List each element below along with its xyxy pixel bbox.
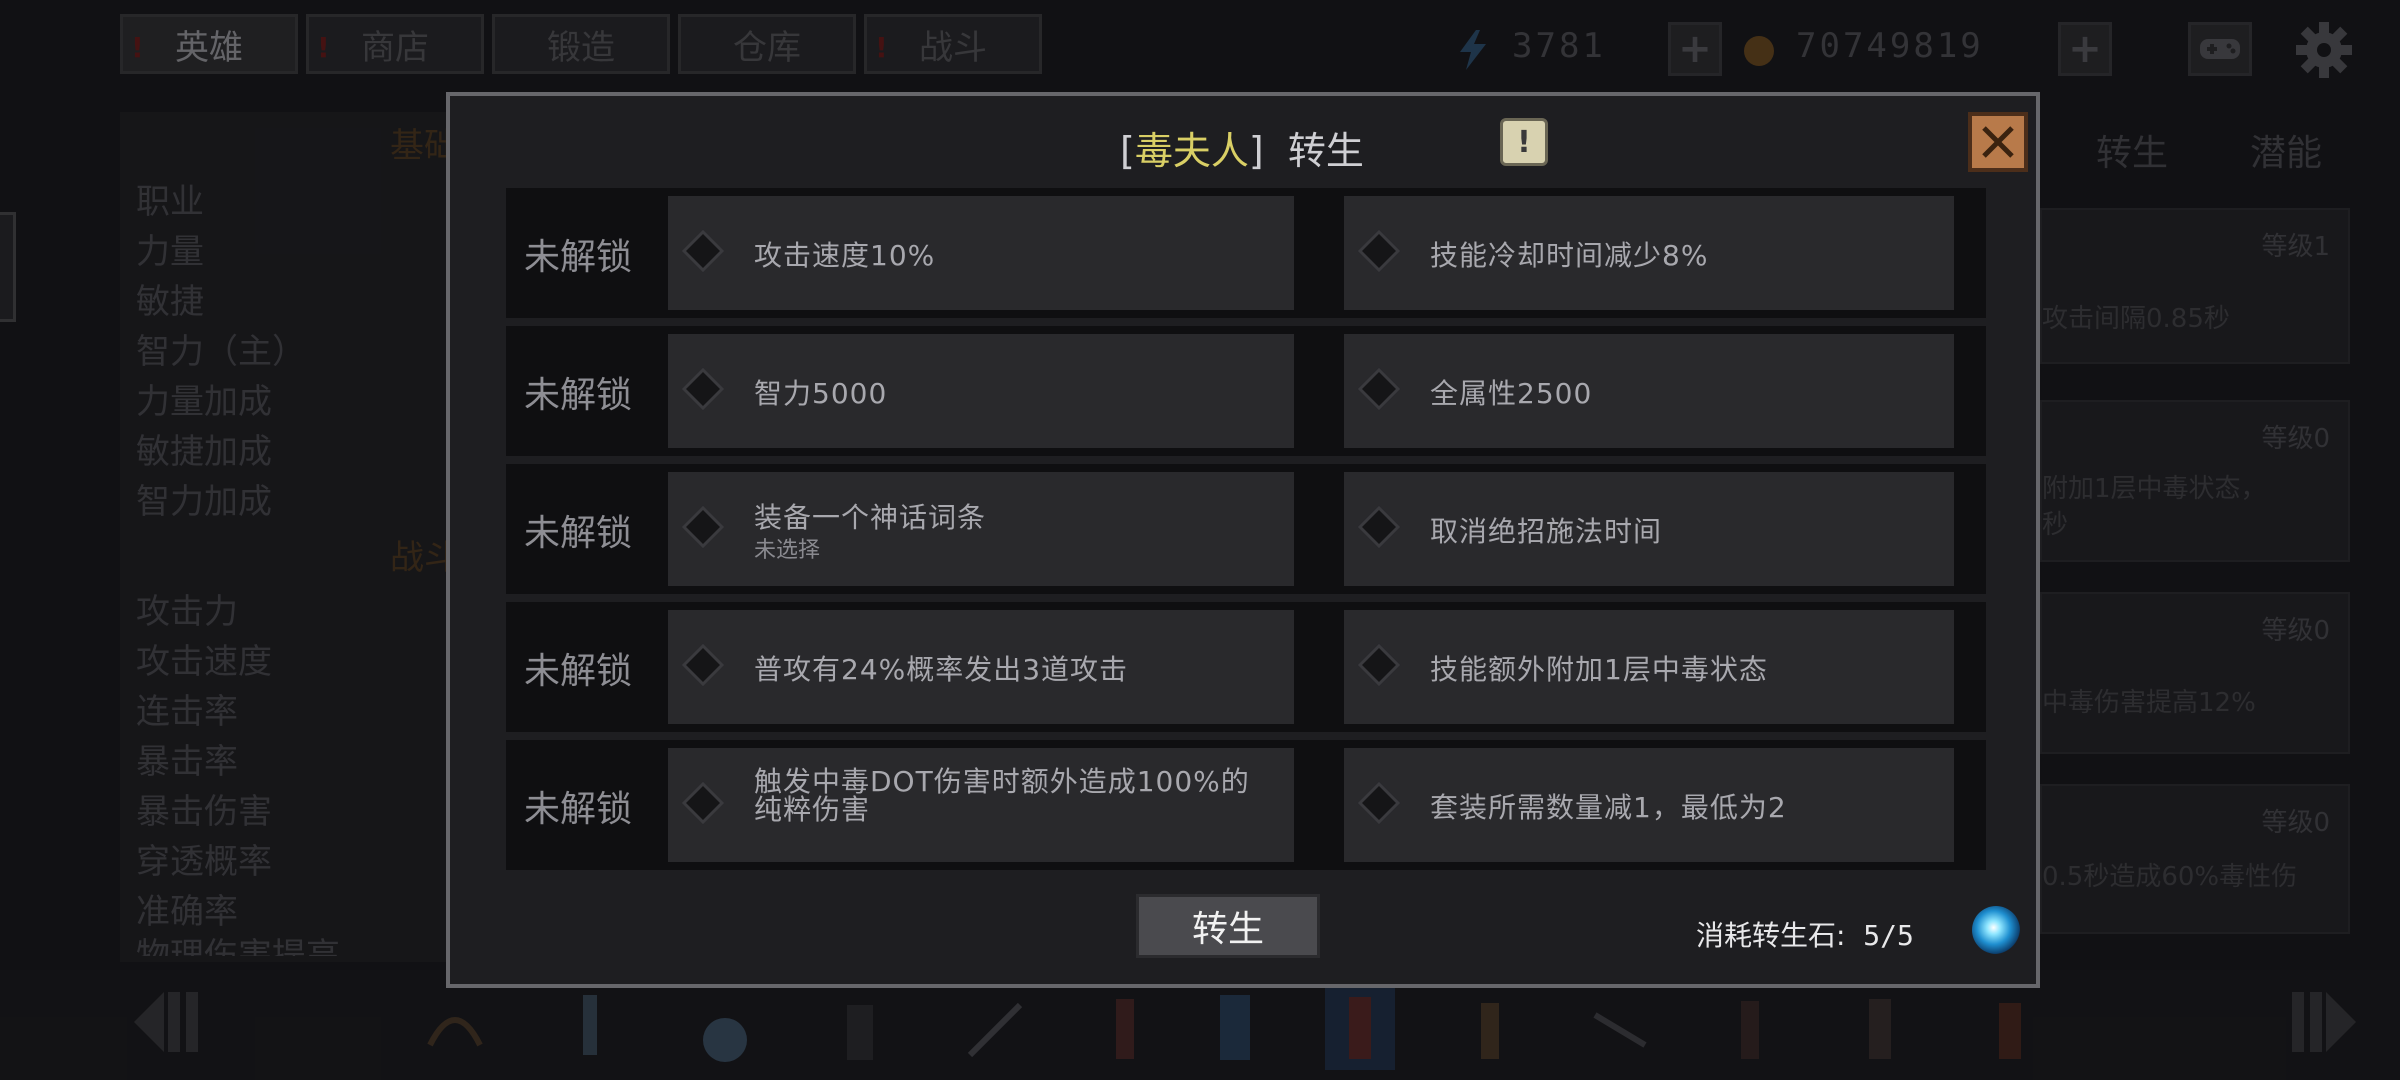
lock-status: 未解锁: [524, 651, 633, 692]
close-icon: [1982, 126, 2014, 158]
rebirth-option[interactable]: 普攻有24%概率发出3道攻击: [668, 610, 1294, 724]
rebirth-option[interactable]: 触发中毒DOT伤害时额外造成100%的纯粹伤害: [668, 748, 1294, 862]
rebirth-stone-icon: [1972, 906, 2020, 954]
rebirth-button[interactable]: 转生: [1136, 894, 1320, 958]
lock-status: 未解锁: [524, 789, 633, 830]
rebirth-option[interactable]: 智力5000: [668, 334, 1294, 448]
option-text: 智力5000: [754, 377, 888, 410]
rebirth-option[interactable]: 技能额外附加1层中毒状态: [1344, 610, 1954, 724]
rebirth-option[interactable]: 取消绝招施法时间: [1344, 472, 1954, 586]
rebirth-option[interactable]: 技能冷却时间减少8%: [1344, 196, 1954, 310]
diamond-icon: [1357, 781, 1401, 825]
option-text: 技能额外附加1层中毒状态: [1430, 653, 1768, 686]
option-text: 套装所需数量减1，最低为2: [1430, 791, 1787, 824]
diamond-icon: [681, 643, 725, 687]
option-text: 攻击速度10%: [754, 239, 936, 272]
lock-status: 未解锁: [524, 237, 633, 278]
rebirth-tier-row: 未解锁 装备一个神话词条 未选择 取消绝招施法时间: [506, 464, 1986, 594]
cost-count: 5/5: [1863, 919, 1914, 952]
diamond-icon: [1357, 643, 1401, 687]
title-suffix: 转生: [1287, 129, 1364, 173]
cost-label: 消耗转生石:: [1696, 919, 1846, 952]
diamond-icon: [681, 367, 725, 411]
rebirth-dialog: [毒夫人] 转生 ! 未解锁 攻击速度10% 技能冷却时间减少8% 未解锁 智力…: [446, 92, 2040, 988]
rebirth-tier-row: 未解锁 触发中毒DOT伤害时额外造成100%的纯粹伤害 套装所需数量减1，最低为…: [506, 740, 1986, 870]
diamond-icon: [1357, 367, 1401, 411]
hero-name: 毒夫人: [1134, 129, 1249, 173]
dialog-title: [毒夫人] 转生: [1120, 120, 1364, 175]
option-text: 技能冷却时间减少8%: [1430, 239, 1709, 272]
title-bracket: [: [1120, 129, 1135, 173]
info-icon[interactable]: !: [1500, 118, 1548, 166]
option-text: 取消绝招施法时间: [1430, 515, 1663, 548]
rebirth-tier-row: 未解锁 智力5000 全属性2500: [506, 326, 1986, 456]
rebirth-option[interactable]: 全属性2500: [1344, 334, 1954, 448]
lock-status: 未解锁: [524, 513, 633, 554]
close-button[interactable]: [1968, 112, 2028, 172]
rebirth-option[interactable]: 攻击速度10%: [668, 196, 1294, 310]
rebirth-option[interactable]: 装备一个神话词条 未选择: [668, 472, 1294, 586]
diamond-icon: [681, 229, 725, 273]
option-text: 普攻有24%概率发出3道攻击: [754, 653, 1129, 686]
rebirth-option[interactable]: 套装所需数量减1，最低为2: [1344, 748, 1954, 862]
option-text: 装备一个神话词条: [754, 501, 987, 534]
option-text: 全属性2500: [1430, 377, 1593, 410]
diamond-icon: [681, 781, 725, 825]
option-text: 触发中毒DOT伤害时额外造成100%的纯粹伤害: [754, 765, 1250, 826]
diamond-icon: [1357, 505, 1401, 549]
rebirth-cost: 消耗转生石: 5/5: [1696, 914, 1914, 954]
rebirth-tier-row: 未解锁 攻击速度10% 技能冷却时间减少8%: [506, 188, 1986, 318]
lock-status: 未解锁: [524, 375, 633, 416]
title-bracket: ]: [1248, 129, 1264, 173]
diamond-icon: [1357, 229, 1401, 273]
diamond-icon: [681, 505, 725, 549]
rebirth-tier-row: 未解锁 普攻有24%概率发出3道攻击 技能额外附加1层中毒状态: [506, 602, 1986, 732]
option-subtext: 未选择: [754, 538, 821, 563]
